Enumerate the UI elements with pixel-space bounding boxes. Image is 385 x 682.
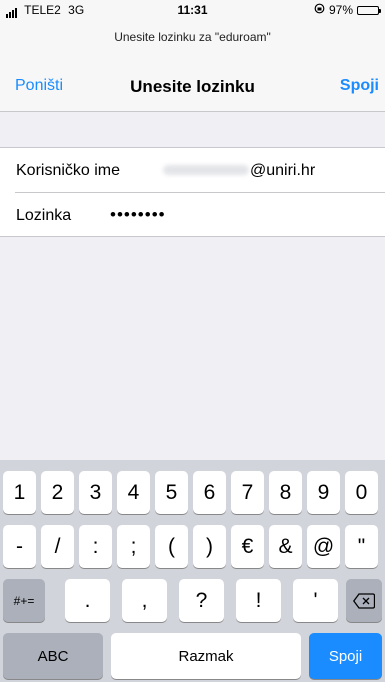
navigation-bar: Unesite lozinku za "eduroam" Poništi Une… (0, 22, 385, 112)
username-label: Korisničko ime (16, 162, 121, 179)
username-field[interactable] (163, 165, 249, 175)
key-0[interactable]: 0 (345, 471, 378, 514)
key-question[interactable]: ? (179, 579, 224, 622)
key-ampersand[interactable]: & (269, 525, 302, 568)
key-open-paren[interactable]: ( (155, 525, 188, 568)
battery-percent: 97% (328, 3, 353, 17)
key-8[interactable]: 8 (269, 471, 302, 514)
credentials-form: Korisničko ime @uniri.hr Lozinka •••••••… (0, 147, 385, 237)
key-3[interactable]: 3 (79, 471, 112, 514)
join-button[interactable]: Spoji (340, 77, 379, 95)
key-hyphen[interactable]: - (3, 525, 36, 568)
key-at[interactable]: @ (307, 525, 340, 568)
status-right: 97% (314, 3, 381, 17)
status-bar: TELE2 3G 11:31 97% (0, 0, 385, 22)
key-6[interactable]: 6 (193, 471, 226, 514)
network-prompt: Unesite lozinku za "eduroam" (114, 30, 271, 44)
password-row[interactable]: Lozinka •••••••• (0, 193, 385, 237)
key-quote[interactable]: " (345, 525, 378, 568)
key-colon[interactable]: : (79, 525, 112, 568)
key-return[interactable]: Spoji (309, 633, 382, 679)
battery-icon (357, 5, 381, 15)
key-delete[interactable] (346, 579, 382, 622)
key-exclamation[interactable]: ! (236, 579, 281, 622)
key-period[interactable]: . (65, 579, 110, 622)
key-euro[interactable]: € (231, 525, 264, 568)
delete-icon (353, 592, 375, 609)
username-row[interactable]: Korisničko ime @uniri.hr (0, 148, 385, 193)
key-1[interactable]: 1 (3, 471, 36, 514)
key-abc[interactable]: ABC (3, 633, 103, 679)
password-field[interactable]: •••••••• (110, 205, 166, 225)
key-5[interactable]: 5 (155, 471, 188, 514)
key-slash[interactable]: / (41, 525, 74, 568)
key-close-paren[interactable]: ) (193, 525, 226, 568)
key-4[interactable]: 4 (117, 471, 150, 514)
key-more-symbols[interactable]: #+= (3, 579, 45, 622)
key-7[interactable]: 7 (231, 471, 264, 514)
username-domain: @uniri.hr (250, 162, 316, 179)
orientation-lock-icon (314, 3, 325, 17)
key-semicolon[interactable]: ; (117, 525, 150, 568)
key-space[interactable]: Razmak (111, 633, 301, 679)
key-9[interactable]: 9 (307, 471, 340, 514)
password-label: Lozinka (16, 207, 72, 224)
key-2[interactable]: 2 (41, 471, 74, 514)
page-title: Unesite lozinku (130, 77, 255, 96)
key-apostrophe[interactable]: ' (293, 579, 338, 622)
key-comma[interactable]: , (122, 579, 167, 622)
keyboard: 1 2 3 4 5 6 7 8 9 0 - / : ; ( ) € & @ " … (0, 460, 385, 682)
